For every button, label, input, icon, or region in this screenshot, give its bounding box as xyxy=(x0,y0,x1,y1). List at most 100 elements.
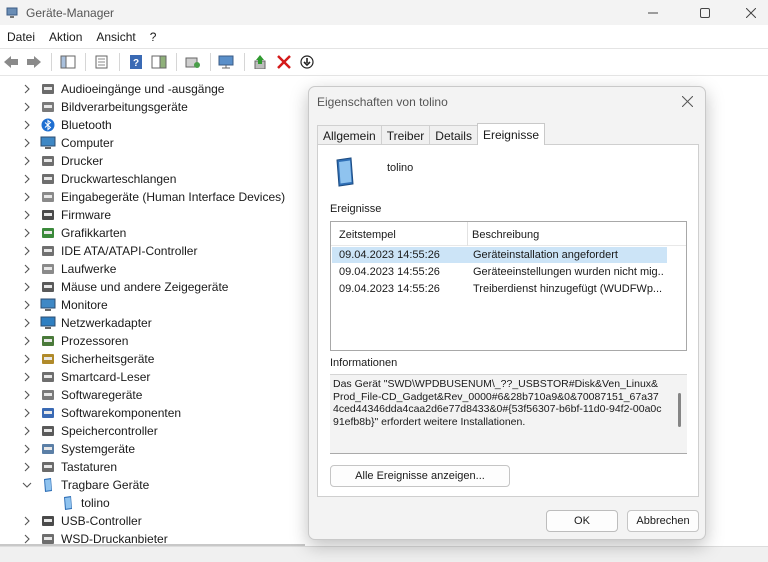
update-driver-button[interactable] xyxy=(182,51,204,73)
minimize-button[interactable] xyxy=(630,0,676,25)
tree-item[interactable]: Laufwerke xyxy=(22,260,116,278)
tab-treiber[interactable]: Treiber xyxy=(380,125,431,145)
menu-datei[interactable]: Datei xyxy=(0,30,42,44)
chevron-right-icon[interactable] xyxy=(22,84,32,94)
help-button[interactable]: ? xyxy=(125,51,147,73)
tree-item[interactable]: Softwarekomponenten xyxy=(22,404,181,422)
chevron-right-icon[interactable] xyxy=(22,534,32,544)
chevron-down-icon[interactable] xyxy=(22,480,32,490)
display-adapter-icon xyxy=(42,228,54,238)
tree-item[interactable]: Sicherheitsgeräte xyxy=(22,350,154,368)
tree-item[interactable]: Firmware xyxy=(22,206,111,224)
chevron-right-icon[interactable] xyxy=(22,156,32,166)
information-scrollbar[interactable] xyxy=(678,393,681,427)
tab-details[interactable]: Details xyxy=(429,125,478,145)
maximize-button[interactable] xyxy=(682,0,728,25)
menu-help[interactable]: ? xyxy=(143,30,164,44)
properties-button[interactable] xyxy=(91,51,113,73)
tree-item[interactable]: Mäuse und andere Zeigegeräte xyxy=(22,278,228,296)
tree-item[interactable]: Netzwerkadapter xyxy=(22,314,152,332)
tree-item[interactable]: Softwaregeräte xyxy=(22,386,142,404)
event-description: Geräteeinstellungen wurden nicht mig... xyxy=(473,266,663,278)
chevron-right-icon[interactable] xyxy=(22,462,32,472)
close-icon xyxy=(746,7,756,18)
tree-item[interactable]: Eingabegeräte (Human Interface Devices) xyxy=(22,188,285,206)
uninstall-device-button[interactable] xyxy=(273,51,295,73)
chevron-right-icon[interactable] xyxy=(22,174,32,184)
chevron-right-icon[interactable] xyxy=(22,138,32,148)
chevron-right-icon[interactable] xyxy=(22,426,32,436)
tree-item[interactable]: tolino xyxy=(60,494,110,512)
event-description: Treiberdienst hinzugefügt (WUDFWp... xyxy=(473,283,663,295)
enable-device-button[interactable] xyxy=(250,51,272,73)
events-list[interactable]: Zeitstempel Beschreibung 09.04.2023 14:5… xyxy=(330,221,687,351)
chevron-right-icon[interactable] xyxy=(22,336,32,346)
tree-item[interactable]: Tragbare Geräte xyxy=(22,476,149,494)
scan-hardware-button[interactable] xyxy=(216,51,238,73)
tree-item[interactable]: Tastaturen xyxy=(22,458,117,476)
information-textbox[interactable]: Das Gerät "SWD\WPDBUSENUM\_??_USBSTOR#Di… xyxy=(330,374,687,454)
chevron-right-icon[interactable] xyxy=(22,516,32,526)
chevron-right-icon[interactable] xyxy=(22,390,32,400)
tree-item[interactable]: Computer xyxy=(22,134,114,152)
show-all-events-button[interactable]: Alle Ereignisse anzeigen... xyxy=(330,465,510,487)
tree-item-label: Drucker xyxy=(61,154,104,168)
chevron-right-icon[interactable] xyxy=(22,318,32,328)
chevron-right-icon[interactable] xyxy=(22,282,32,292)
action-pane-button[interactable] xyxy=(148,51,170,73)
tree-item-label: Speichercontroller xyxy=(61,424,158,438)
tree-item[interactable]: Prozessoren xyxy=(22,332,128,350)
event-row[interactable]: 09.04.2023 14:55:26 Geräteinstallation a… xyxy=(332,247,667,263)
dialog-close-button[interactable] xyxy=(677,91,697,111)
tab-allgemein[interactable]: Allgemein xyxy=(317,125,382,145)
tree-item[interactable]: USB-Controller xyxy=(22,512,142,530)
chevron-right-icon[interactable] xyxy=(22,120,32,130)
toolbar-separator xyxy=(210,53,211,71)
chevron-right-icon[interactable] xyxy=(22,246,32,256)
camera-icon xyxy=(42,102,54,112)
chevron-right-icon[interactable] xyxy=(22,228,32,238)
ok-button[interactable]: OK xyxy=(546,510,618,532)
chevron-right-icon[interactable] xyxy=(22,300,32,310)
tree-item[interactable]: Systemgeräte xyxy=(22,440,135,458)
event-row[interactable]: 09.04.2023 14:55:26 Treiberdienst hinzug… xyxy=(332,281,667,297)
tree-item[interactable]: Audioeingänge und -ausgänge xyxy=(22,80,224,98)
tree-item[interactable]: Smartcard-Leser xyxy=(22,368,150,386)
tree-item[interactable]: Speichercontroller xyxy=(22,422,158,440)
console-tree-icon xyxy=(60,55,76,69)
chevron-right-icon[interactable] xyxy=(22,102,32,112)
chevron-right-icon[interactable] xyxy=(22,210,32,220)
tree-item[interactable]: Bluetooth xyxy=(22,116,112,134)
tree-item[interactable]: Druckwarteschlangen xyxy=(22,170,176,188)
portable-device-icon xyxy=(336,157,354,187)
tree-item-label: Firmware xyxy=(61,208,111,222)
tree-item[interactable]: Grafikkarten xyxy=(22,224,126,242)
cancel-button[interactable]: Abbrechen xyxy=(627,510,699,532)
column-header-beschreibung[interactable]: Beschreibung xyxy=(472,229,539,241)
show-hide-console-tree-button[interactable] xyxy=(57,51,79,73)
chevron-right-icon[interactable] xyxy=(22,372,32,382)
chevron-right-icon[interactable] xyxy=(22,264,32,274)
close-button[interactable] xyxy=(728,0,768,25)
back-button[interactable] xyxy=(0,51,22,73)
software-component-icon xyxy=(42,408,54,418)
event-row[interactable]: 09.04.2023 14:55:26 Geräteeinstellungen … xyxy=(332,264,667,280)
chevron-right-icon[interactable] xyxy=(22,192,32,202)
chevron-right-icon[interactable] xyxy=(22,354,32,364)
tree-item[interactable]: IDE ATA/ATAPI-Controller xyxy=(22,242,197,260)
menu-aktion[interactable]: Aktion xyxy=(42,30,89,44)
chevron-right-icon[interactable] xyxy=(22,444,32,454)
tree-item-label: tolino xyxy=(81,496,110,510)
tree-item-label: Laufwerke xyxy=(61,262,117,276)
chevron-right-icon[interactable] xyxy=(22,408,32,418)
column-header-zeitstempel[interactable]: Zeitstempel xyxy=(339,229,396,241)
tree-item[interactable]: Drucker xyxy=(22,152,103,170)
tree-item[interactable]: Monitore xyxy=(22,296,108,314)
menu-ansicht[interactable]: Ansicht xyxy=(89,30,142,44)
enable-device-icon xyxy=(254,55,266,69)
system-device-icon xyxy=(42,444,54,454)
tree-item[interactable]: Bildverarbeitungsgeräte xyxy=(22,98,188,116)
forward-button[interactable] xyxy=(23,51,45,73)
disable-device-button[interactable] xyxy=(296,51,318,73)
tab-ereignisse[interactable]: Ereignisse xyxy=(476,123,545,145)
